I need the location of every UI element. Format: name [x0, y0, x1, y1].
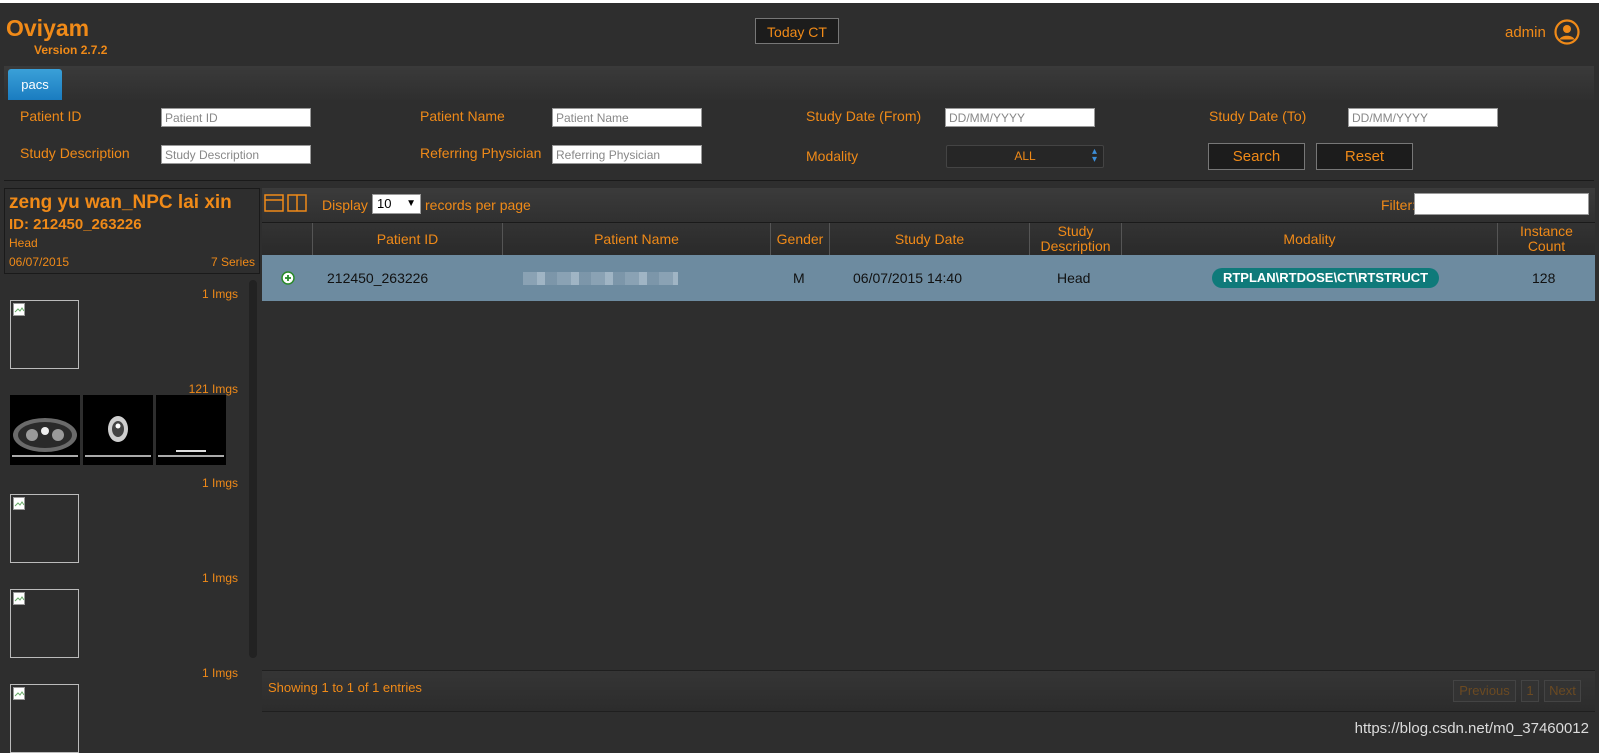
updown-arrows-icon: ▴ ▾: [1091, 146, 1097, 165]
cell-patient-id: 212450_263226: [327, 270, 429, 286]
filter-input[interactable]: [1414, 193, 1589, 215]
study-description-label: Study Description: [20, 145, 130, 161]
study-date-to-label: Study Date (To): [1209, 108, 1307, 124]
cell-modality-badge: RTPLAN\RTDOSE\CT\RTSTRUCT: [1212, 268, 1439, 288]
patient-id: ID: 212450_263226: [9, 216, 142, 233]
study-date: 06/07/2015: [9, 255, 70, 269]
series-scrollbar[interactable]: [249, 280, 257, 658]
single-pane-layout-icon[interactable]: [264, 193, 284, 213]
column-patient-id[interactable]: Patient ID: [313, 223, 503, 255]
study-date-from-label: Study Date (From): [806, 108, 922, 124]
ct-slice-thumbnail[interactable]: [10, 395, 80, 465]
records-per-page-value: 10: [377, 196, 392, 211]
series-image-count: 1 Imgs: [201, 476, 238, 490]
series-panel: zeng yu wan_NPC lai xin ID: 212450_26322…: [4, 188, 260, 753]
column-modality[interactable]: Modality: [1122, 223, 1498, 255]
column-gender[interactable]: Gender: [771, 223, 830, 255]
patient-id-label: Patient ID: [20, 108, 82, 124]
series-thumbnail[interactable]: [10, 684, 79, 753]
series-image-count: 1 Imgs: [201, 287, 238, 301]
user-menu[interactable]: admin: [1505, 18, 1580, 46]
column-study-date[interactable]: Study Date: [830, 223, 1030, 255]
search-button[interactable]: Search: [1208, 143, 1305, 170]
previous-page-button[interactable]: Previous: [1453, 680, 1516, 702]
today-ct-button[interactable]: Today CT: [755, 18, 839, 44]
series-image-count: 1 Imgs: [201, 571, 238, 585]
cell-instance-count: 128: [1532, 270, 1556, 286]
user-name: admin: [1505, 23, 1546, 41]
modality-select[interactable]: ALL ▴ ▾: [946, 145, 1104, 168]
modality-select-value: ALL: [1014, 149, 1036, 163]
patient-card[interactable]: zeng yu wan_NPC lai xin ID: 212450_26322…: [4, 188, 260, 274]
column-patient-name[interactable]: Patient Name: [503, 223, 771, 255]
patient-id-input[interactable]: [161, 108, 311, 127]
user-icon[interactable]: [1554, 19, 1580, 45]
table-footer: Showing 1 to 1 of 1 entries Previous 1 N…: [262, 670, 1595, 712]
brand: Oviyam Version 2.7.2: [6, 15, 107, 57]
entries-info: Showing 1 to 1 of 1 entries: [268, 680, 422, 695]
tab-pacs[interactable]: pacs: [8, 69, 62, 100]
ct-slice-thumbnail[interactable]: [83, 395, 153, 465]
table-row[interactable]: 212450_263226 M 06/07/2015 14:40 Head RT…: [262, 255, 1595, 301]
records-per-page-label: records per page: [425, 197, 531, 213]
series-image-count: 121 Imgs: [188, 382, 238, 396]
ct-slice-icon: [158, 450, 224, 457]
broken-image-icon: [13, 592, 25, 605]
top-border: [0, 0, 1599, 3]
column-study-description-line1: Study: [1057, 223, 1094, 239]
records-per-page-select[interactable]: 10 ▼: [372, 194, 421, 214]
app-version: Version 2.7.2: [34, 43, 108, 57]
series-thumbnail[interactable]: [10, 300, 79, 369]
next-page-button[interactable]: Next: [1544, 680, 1581, 702]
server-tab-bar: pacs: [4, 66, 1594, 101]
referring-physician-label: Referring Physician: [420, 145, 542, 161]
cell-gender: M: [793, 270, 805, 286]
app-title: Oviyam: [6, 15, 90, 41]
expand-plus-icon[interactable]: [281, 271, 295, 285]
filter-label: Filter:: [1381, 197, 1416, 213]
modality-label: Modality: [806, 148, 859, 164]
ct-slice-thumbnail[interactable]: [156, 395, 226, 465]
display-label: Display: [322, 197, 368, 213]
study-date-from-input[interactable]: [945, 108, 1095, 127]
reset-button[interactable]: Reset: [1316, 143, 1413, 170]
broken-image-icon: [13, 687, 25, 700]
column-study-description[interactable]: Study Description: [1030, 223, 1122, 255]
column-instance-count[interactable]: Instance Count: [1498, 223, 1595, 255]
cell-study-date: 06/07/2015 14:40: [853, 270, 962, 286]
broken-image-icon: [13, 303, 25, 316]
split-pane-layout-icon[interactable]: [287, 193, 307, 213]
study-list: Display 10 ▼ records per page Filter: Pa…: [262, 188, 1595, 749]
patient-name-label: Patient Name: [420, 108, 505, 124]
ct-body-icon: [12, 418, 78, 457]
cell-study-description: Head: [1057, 270, 1091, 286]
caret-down-icon: ▼: [406, 198, 416, 209]
study-toolbar: Display 10 ▼ records per page Filter:: [262, 188, 1595, 223]
broken-image-icon: [13, 497, 25, 510]
study-date-to-input[interactable]: [1348, 108, 1498, 127]
page-1-button[interactable]: 1: [1521, 680, 1539, 702]
ct-head-icon: [85, 416, 151, 457]
column-instance-count-line2: Count: [1527, 238, 1566, 254]
column-study-description-line2: Description: [1040, 238, 1111, 254]
patient-name-input[interactable]: [552, 108, 702, 127]
column-expand: [262, 223, 313, 255]
watermark-url: https://blog.csdn.net/m0_37460012: [1354, 720, 1589, 737]
column-instance-count-line1: Instance: [1520, 223, 1573, 239]
series-count: 7 Series: [210, 255, 255, 269]
cell-patient-name-redacted: [523, 272, 678, 285]
table-header: Patient ID Patient Name Gender Study Dat…: [262, 223, 1595, 255]
study-description-input[interactable]: [161, 145, 311, 164]
referring-physician-input[interactable]: [552, 145, 702, 164]
series-thumbnail[interactable]: [10, 589, 79, 658]
series-image-count: 1 Imgs: [201, 666, 238, 680]
search-form: Patient ID Patient Name Study Date (From…: [4, 100, 1594, 181]
series-thumbnail[interactable]: [10, 494, 79, 563]
study-description: Head: [9, 236, 38, 250]
patient-name: zeng yu wan_NPC lai xin: [9, 192, 232, 213]
